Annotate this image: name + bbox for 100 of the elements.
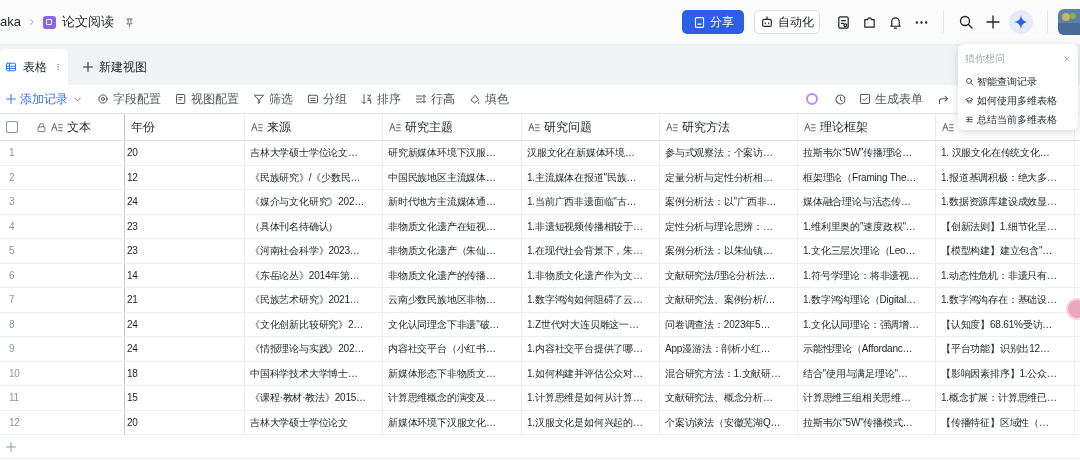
text-field-icon (528, 121, 540, 133)
toolbar-button[interactable]: 字段配置 (97, 90, 161, 108)
row-number: 5 (9, 244, 15, 259)
table-cell-text: 24 (127, 342, 138, 357)
filter-icon (253, 93, 265, 105)
table-cell-text: 媒体融合理论与活态传… (803, 195, 911, 210)
ai-ring-icon[interactable] (806, 93, 818, 105)
table-cell-text: 《民族研究》/《少数民… (250, 170, 361, 185)
table-cell-text: 框架理论（Framing The… (803, 170, 917, 185)
pin-icon[interactable] (123, 16, 135, 28)
table-cell-text: 新媒体形态下非物质文… (388, 366, 496, 381)
table-cell-text: App漫游法：剖析小红… (665, 342, 771, 357)
form-icon (859, 93, 871, 105)
table-cell-text: 24 (127, 195, 138, 210)
table-cell-text: 云南少数民族地区非物… (388, 293, 496, 308)
table-cell-text: 23 (127, 219, 138, 234)
add-record-button[interactable]: 添加记录 (0, 90, 68, 108)
table-cell-text: 《民族艺术研究》2021… (250, 293, 360, 308)
checkbox[interactable] (6, 121, 18, 133)
search-icon[interactable] (958, 14, 974, 30)
group-icon (307, 93, 319, 105)
text-field-icon (389, 121, 401, 133)
plus-icon[interactable] (985, 14, 1001, 30)
toolbar-button[interactable]: 行高 (415, 90, 455, 108)
bell-icon[interactable] (888, 14, 903, 30)
height-icon (415, 93, 427, 105)
table-cell-text: 个案访谈法（安徽芜湖Q… (665, 415, 781, 430)
table-cell-text: 《河南社会科学》2023… (250, 244, 360, 259)
table-cell-text: 参与式观察法；个案访… (665, 146, 773, 161)
avatar-icon (1058, 9, 1080, 35)
automation-button[interactable]: 自动化 (754, 10, 820, 34)
row-number: 8 (9, 317, 15, 332)
table-cell-text: 23 (127, 244, 138, 259)
table-cell-text: 1.如何构建并评估公众对… (527, 366, 643, 381)
table-cell-text: 结合"使用与满足理论"… (803, 366, 908, 381)
new-view-button[interactable]: 新建视图 (82, 49, 147, 85)
table-cell-text: 文献研究法、案例分析/… (665, 293, 776, 308)
table-cell-text: 1.汉服文化是如何兴起的… (527, 415, 643, 430)
generate-form-button[interactable]: 生成表单 (859, 90, 923, 108)
table-cell-text: 非物质文化遗产在短视… (388, 219, 496, 234)
document-title: 论文阅读 (61, 13, 114, 32)
toolbar-button[interactable]: 排序 (361, 90, 401, 108)
table-cell-text: 《文化创新比较研究》2… (250, 317, 364, 332)
suggestion-item[interactable]: 总结当前多维表格 (965, 110, 1071, 129)
table-cell-text: 1.非物质文化遗产作为文… (527, 268, 643, 283)
table-cell-text: 18 (127, 366, 138, 381)
column-header[interactable]: 来源 (267, 118, 291, 136)
column-header[interactable]: 年份 (131, 118, 155, 136)
table-cell-text: 1.内容社交平台提供了哪… (527, 342, 643, 357)
row-number: 7 (9, 293, 15, 308)
table-cell-text: 《情报理论与实践》202… (250, 342, 365, 357)
history-icon[interactable] (834, 92, 847, 106)
row-number: 3 (9, 195, 15, 210)
text-field-icon (666, 121, 678, 133)
suggestion-item[interactable]: 如何使用多维表格 (965, 91, 1071, 110)
row-number: 2 (9, 170, 15, 185)
table-cell-text: 内容社交平台（小红书… (388, 342, 496, 357)
table-cell-text: 定量分析与定性分析相… (665, 170, 773, 185)
row-number: 12 (9, 415, 20, 430)
toolbar-button[interactable]: 视图配置 (175, 90, 239, 108)
toolbar-button[interactable]: 填色 (469, 90, 509, 108)
table-cell-text: 【影响因素排序】1.公众… (941, 366, 1057, 381)
share-button[interactable]: 分享 (682, 10, 744, 34)
text-field-icon (942, 121, 954, 133)
row-number: 11 (9, 391, 19, 406)
table-cell-text: 1.文化三层次理论（Leo… (803, 244, 916, 259)
table-cell-text: 21 (127, 293, 138, 308)
table-cell-text: 研究新媒体环境下汉服… (388, 146, 496, 161)
view-icon (175, 93, 187, 105)
table-cell-text: 1.动态性危机：非遗只有… (941, 268, 1057, 283)
toolbar-button[interactable]: 筛选 (253, 90, 293, 108)
document-icon (692, 15, 706, 29)
table-cell-text: 1.计算思维是如何从计算… (527, 391, 643, 406)
gear-icon (97, 93, 109, 105)
assistant-button[interactable] (1009, 10, 1033, 34)
search-icon (965, 77, 974, 86)
table-cell-text: 1.维利里奥的"速度政权"… (803, 219, 916, 234)
table-cell-text: 1.数字鸿沟存在：基础设… (941, 293, 1057, 308)
column-header[interactable]: 研究方法 (682, 118, 730, 136)
view-tab[interactable]: 表格 (0, 49, 68, 85)
column-header[interactable]: 文本 (67, 118, 91, 136)
table-cell-text: 文化认同理念下非遗"破… (388, 317, 500, 332)
breadcrumb-link[interactable]: aka (0, 12, 21, 32)
table-cell-text: 【传播特征】区域性（… (941, 415, 1049, 430)
table-cell-text: 拉斯韦尔"5W"传播模式… (803, 415, 913, 430)
table-cell-text: 14 (127, 268, 138, 283)
plus-icon (5, 93, 17, 105)
row-number: 1 (9, 146, 15, 161)
notes-icon[interactable] (836, 14, 851, 30)
table-cell-text: 1.报道基调积极：绝大多… (941, 170, 1057, 185)
column-header[interactable]: 研究主题 (405, 118, 453, 136)
table-cell-text: 中国民族地区主流媒体… (388, 170, 496, 185)
table-cell-text: 吉林大学硕士学位论文… (250, 146, 358, 161)
suggestion-item[interactable]: 智能查询记录 (965, 72, 1071, 91)
table-cell-text: 12 (127, 170, 138, 185)
toolbar-button[interactable]: 分组 (307, 90, 347, 108)
table-cell-text: 【创新法则】1.细节化呈… (941, 219, 1057, 234)
table-cell-text: 新媒体环境下汉服文化… (388, 415, 496, 430)
column-header[interactable]: 研究问题 (544, 118, 592, 136)
column-header[interactable]: 理论框架 (820, 118, 868, 136)
